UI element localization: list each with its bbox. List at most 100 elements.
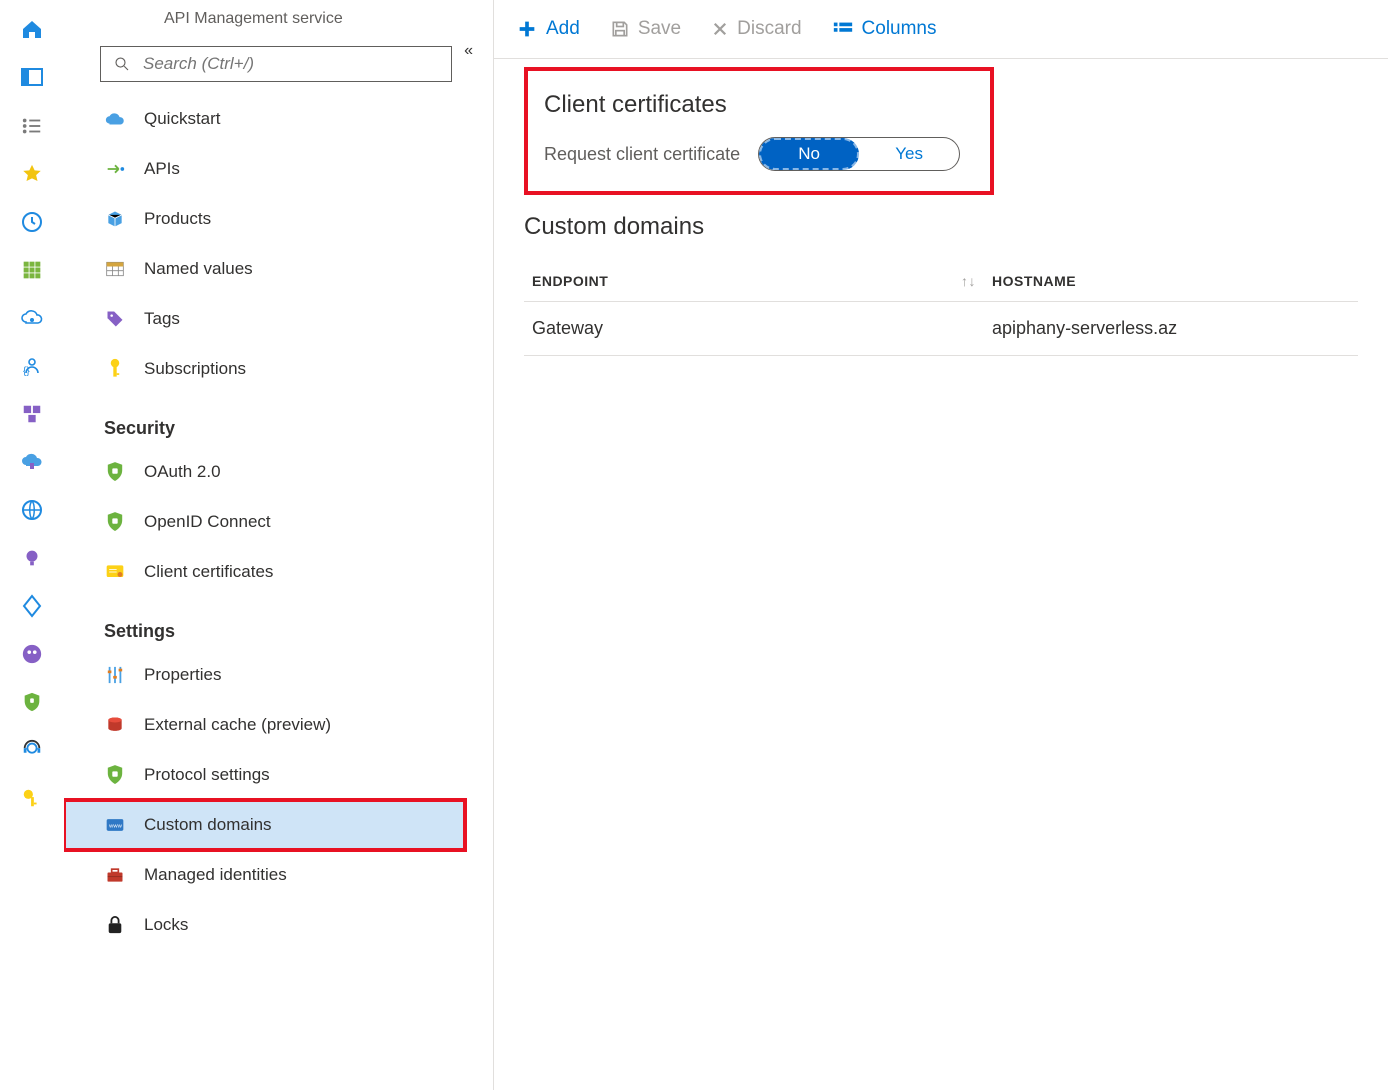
menu-label: Client certificates	[144, 562, 273, 582]
cloud-upload-icon[interactable]	[20, 450, 44, 474]
shield-icon[interactable]	[20, 690, 44, 714]
search-icon	[113, 55, 131, 73]
save-button[interactable]: Save	[610, 18, 681, 40]
svg-text:www: www	[108, 824, 122, 830]
columns-button[interactable]: Columns	[832, 18, 937, 40]
cache-icon	[104, 714, 126, 736]
domains-table: Endpoint↑↓ Hostname Gateway apiphany-ser…	[524, 261, 1358, 356]
menu-openid[interactable]: OpenID Connect	[100, 497, 493, 547]
support-icon[interactable]	[20, 738, 44, 762]
shield-lock-icon	[104, 764, 126, 786]
menu-label: Locks	[144, 915, 188, 935]
grid-icon[interactable]	[20, 258, 44, 282]
key-icon	[104, 358, 126, 380]
menu-label: Custom domains	[144, 815, 272, 835]
sliders-icon	[104, 664, 126, 686]
menu-oauth[interactable]: OAuth 2.0	[100, 447, 493, 497]
diamond-icon[interactable]	[20, 594, 44, 618]
menu-section-settings: Settings	[100, 597, 493, 650]
search-box[interactable]	[100, 46, 452, 82]
discard-button[interactable]: Discard	[711, 18, 801, 40]
circle-people-icon[interactable]	[20, 642, 44, 666]
cell-hostname: apiphany-serverless.az	[984, 302, 1358, 356]
client-cert-toggle[interactable]: No Yes	[758, 137, 960, 171]
menu-label: External cache (preview)	[144, 715, 331, 735]
menu-properties[interactable]: Properties	[100, 650, 493, 700]
resource-subtitle: API Management service	[164, 10, 473, 28]
collapse-panel-icon[interactable]: «	[464, 42, 473, 60]
shield-lock-icon	[104, 461, 126, 483]
menu-label: OAuth 2.0	[144, 462, 221, 482]
toolbox-icon	[104, 864, 126, 886]
col-hostname[interactable]: Hostname	[984, 261, 1358, 302]
star-icon[interactable]	[20, 162, 44, 186]
menu-external-cache[interactable]: External cache (preview)	[100, 700, 493, 750]
menu-client-certs[interactable]: Client certificates	[100, 547, 493, 597]
client-cert-label: Request client certificate	[544, 144, 740, 165]
lock-icon	[104, 914, 126, 936]
toolbar: Add Save Discard Columns	[494, 0, 1388, 59]
client-cert-title: Client certificates	[544, 91, 974, 119]
add-button[interactable]: Add	[516, 18, 580, 40]
person-icon[interactable]: {}	[20, 354, 44, 378]
resource-menu: Quickstart APIs Products Named values Ta…	[64, 94, 493, 950]
menu-tags[interactable]: Tags	[100, 294, 493, 344]
menu-section-security: Security	[100, 394, 493, 447]
menu-subscriptions[interactable]: Subscriptions	[100, 344, 493, 394]
menu-products[interactable]: Products	[100, 194, 493, 244]
menu-locks[interactable]: Locks	[100, 900, 493, 950]
shield-lock-icon	[104, 511, 126, 533]
menu-label: APIs	[144, 159, 180, 179]
www-icon: www	[104, 814, 126, 836]
list-icon[interactable]	[20, 114, 44, 138]
toggle-no[interactable]: No	[759, 138, 859, 170]
menu-label: OpenID Connect	[144, 512, 271, 532]
discard-label: Discard	[737, 18, 801, 40]
cell-endpoint: Gateway	[524, 302, 984, 356]
toggle-yes[interactable]: Yes	[859, 138, 959, 170]
columns-icon	[832, 20, 854, 38]
menu-label: Managed identities	[144, 865, 287, 885]
cubes-icon[interactable]	[20, 402, 44, 426]
menu-label: Protocol settings	[144, 765, 270, 785]
sort-icon: ↑↓	[961, 273, 976, 289]
client-cert-section: Client certificates Request client certi…	[524, 67, 994, 195]
menu-protocol[interactable]: Protocol settings	[100, 750, 493, 800]
table-icon	[104, 258, 126, 280]
menu-label: Subscriptions	[144, 359, 246, 379]
menu-named-values[interactable]: Named values	[100, 244, 493, 294]
x-icon	[711, 20, 729, 38]
svg-text:{}: {}	[23, 366, 30, 377]
globe-icon[interactable]	[20, 498, 44, 522]
menu-label: Quickstart	[144, 109, 221, 129]
bulb-icon[interactable]	[20, 546, 44, 570]
home-icon[interactable]	[20, 18, 44, 42]
box-icon	[104, 208, 126, 230]
certificate-icon	[104, 561, 126, 583]
clock-icon[interactable]	[20, 210, 44, 234]
global-rail: {}	[0, 0, 64, 1090]
table-row[interactable]: Gateway apiphany-serverless.az	[524, 302, 1358, 356]
resource-header: API Management service	[64, 0, 493, 46]
menu-label: Products	[144, 209, 211, 229]
menu-label: Named values	[144, 259, 253, 279]
save-label: Save	[638, 18, 681, 40]
add-label: Add	[546, 18, 580, 40]
dashboard-icon[interactable]	[20, 66, 44, 90]
cloud-icon	[104, 108, 126, 130]
col-endpoint[interactable]: Endpoint↑↓	[524, 261, 984, 302]
menu-managed-identities[interactable]: Managed identities	[100, 850, 493, 900]
key-yellow-icon[interactable]	[20, 786, 44, 810]
main-content: Add Save Discard Columns Client certific…	[494, 0, 1388, 1090]
menu-quickstart[interactable]: Quickstart	[100, 94, 493, 144]
tag-icon	[104, 308, 126, 330]
menu-custom-domains[interactable]: www Custom domains	[64, 800, 465, 850]
search-input[interactable]	[143, 54, 439, 74]
plus-icon	[516, 18, 538, 40]
resource-panel: API Management service « Quickstart APIs…	[64, 0, 494, 1090]
cloud-download-icon[interactable]	[20, 306, 44, 330]
arrow-right-icon	[104, 158, 126, 180]
menu-label: Tags	[144, 309, 180, 329]
menu-apis[interactable]: APIs	[100, 144, 493, 194]
menu-label: Properties	[144, 665, 221, 685]
